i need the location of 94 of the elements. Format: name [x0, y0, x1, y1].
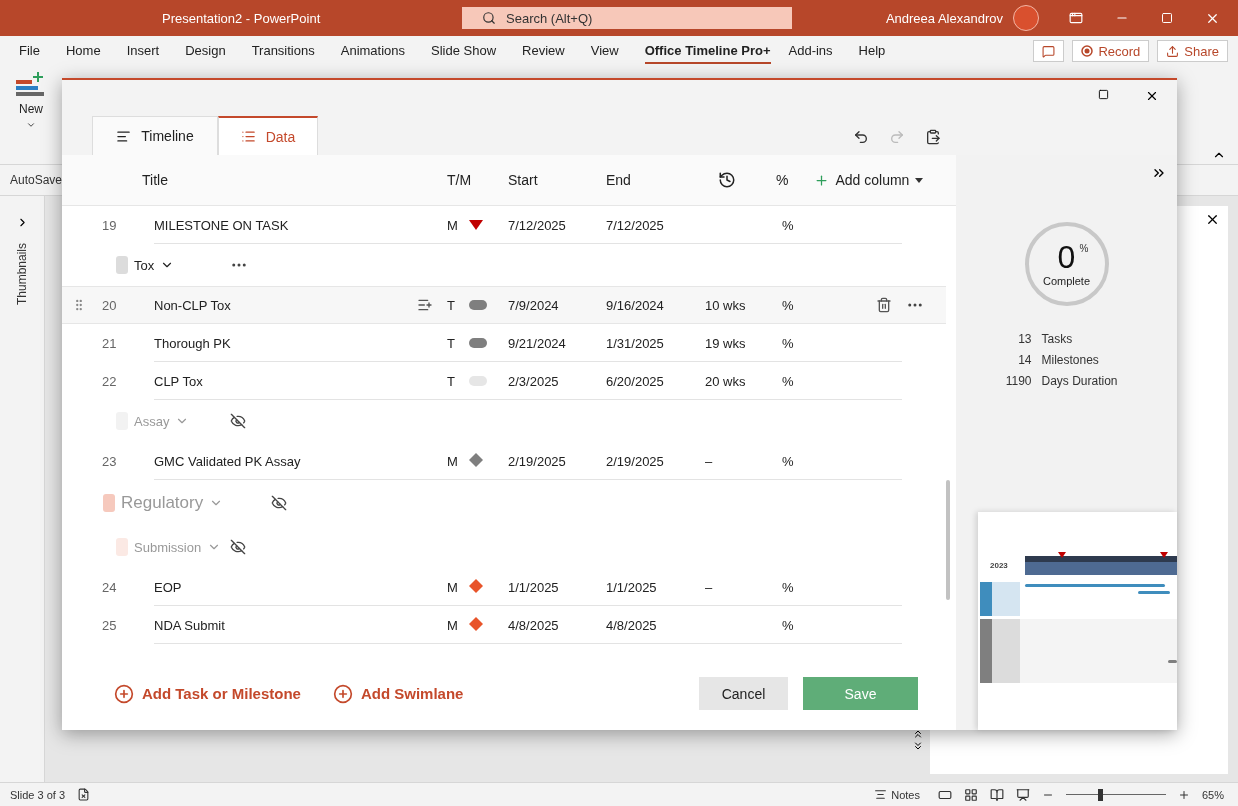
task-title: EOP	[154, 580, 183, 595]
ribbon-tab[interactable]: Design	[185, 38, 226, 64]
autosave-label: AutoSave	[10, 173, 63, 187]
percent-cell-text: %	[782, 218, 795, 233]
group-label[interactable]: Tox	[134, 257, 230, 273]
task-title: GMC Validated PK Assay	[154, 454, 302, 469]
stat-value: 1190	[1004, 374, 1032, 388]
type-label: M	[447, 454, 459, 469]
stat-label: Days Duration	[1041, 374, 1118, 388]
duration: 20 wks	[705, 374, 747, 389]
start-date: 4/8/2025	[508, 618, 560, 633]
add-task-link[interactable]: Add Task or Milestone	[114, 683, 301, 704]
window-title: Presentation2 - PowerPoint	[162, 10, 322, 26]
column-header: End	[606, 172, 632, 188]
end-date: 6/20/2025	[606, 374, 665, 389]
percent-cell-text: %	[782, 374, 795, 389]
progress-value: 0	[1057, 241, 1076, 273]
year-label: 2023	[990, 561, 1008, 570]
task-title: NDA Submit	[154, 618, 226, 633]
type-label: M	[447, 580, 459, 595]
slide-counter: Slide 3 of 3	[10, 788, 66, 801]
new-button[interactable]: New	[16, 72, 46, 130]
stat-label: Milestones	[1041, 353, 1099, 367]
stat-value: 14	[1017, 353, 1032, 367]
thumbnails-label: Thumbnails	[15, 243, 29, 306]
add-column-button[interactable]: % Add column	[776, 172, 946, 188]
column-header: Start	[508, 172, 539, 188]
task-title: CLP Tox	[154, 374, 204, 389]
row-number: 20	[101, 297, 118, 313]
start-date: 7/12/2025	[508, 218, 567, 233]
cancel-button[interactable]: Cancel	[699, 677, 788, 710]
end-date: 7/12/2025	[606, 218, 665, 233]
user-name: Andreea Alexandrov	[885, 10, 1003, 26]
start-date: 2/19/2025	[508, 454, 567, 469]
percent-cell-text: %	[782, 336, 795, 351]
stat-label: Tasks	[1041, 332, 1073, 346]
type-label: M	[447, 618, 459, 633]
row-number: 19	[101, 218, 118, 233]
dialog-tab[interactable]: Timeline	[92, 116, 218, 155]
type-label: M	[447, 218, 459, 233]
ribbon-tab[interactable]: View	[590, 38, 619, 64]
row-number: 24	[101, 580, 118, 595]
task-title: MILESTONE ON TASK	[154, 218, 290, 233]
ribbon-tab[interactable]: File	[19, 38, 40, 64]
progress-label: Complete	[1042, 275, 1091, 287]
end-date: 1/31/2025	[606, 336, 665, 351]
ribbon-tab[interactable]: Insert	[126, 38, 160, 64]
type-label: T	[447, 297, 456, 313]
percent-cell-text: %	[782, 297, 795, 313]
end-date: 4/8/2025	[606, 618, 658, 633]
column-header: %	[776, 172, 789, 188]
start-date: 7/9/2024	[508, 297, 560, 313]
ribbon-tab[interactable]: Transitions	[251, 38, 315, 64]
column-header: Title	[142, 172, 169, 188]
start-date: 1/1/2025	[508, 580, 560, 595]
end-date: 2/19/2025	[606, 454, 665, 469]
ribbon-tab[interactable]: Office Timeline Pro+	[644, 38, 771, 64]
duration: –	[705, 580, 714, 595]
record-button[interactable]: Record	[1072, 40, 1150, 62]
task-title: Thorough PK	[154, 336, 232, 351]
row-number: 22	[101, 374, 118, 389]
zoom-level: 65%	[1201, 788, 1224, 801]
row-number: 25	[101, 618, 118, 633]
start-date: 2/3/2025	[508, 374, 560, 389]
dialog-tab[interactable]: Data	[218, 116, 318, 155]
share-button[interactable]: Share	[1157, 40, 1228, 62]
ribbon-tab[interactable]: Review	[522, 38, 565, 64]
duration: 10 wks	[705, 297, 747, 313]
notes-button[interactable]: Notes	[868, 787, 926, 802]
ribbon-tab[interactable]: Animations	[340, 38, 406, 64]
search-placeholder: Search (Alt+Q)	[506, 10, 593, 26]
stat-value: 13	[1017, 332, 1032, 346]
ribbon-tab[interactable]: Help	[858, 38, 886, 64]
duration: 19 wks	[705, 336, 747, 351]
ribbon-tab[interactable]: Slide Show	[431, 38, 497, 64]
search-field[interactable]: Search (Alt+Q)	[462, 7, 792, 29]
table-row[interactable]: 20 Non-CLP Tox T 7/9/2024 9/16/2024 10 wks %	[62, 286, 946, 324]
percent-cell-text: %	[782, 580, 795, 595]
ribbon-tab[interactable]: Home	[65, 38, 101, 64]
end-date: 9/16/2024	[606, 297, 665, 313]
percent-sign: %	[1079, 243, 1089, 254]
type-label: T	[447, 374, 456, 389]
ribbon-tab[interactable]: Add-ins	[788, 38, 833, 64]
add-swimlane-link[interactable]: Add Swimlane	[332, 683, 464, 704]
task-title: Non-CLP Tox	[154, 297, 232, 313]
type-label: T	[447, 336, 456, 351]
end-date: 1/1/2025	[606, 580, 658, 595]
row-number: 23	[101, 454, 118, 469]
row-number: 21	[101, 336, 118, 351]
percent-cell-text: %	[782, 618, 795, 633]
duration: –	[705, 454, 714, 469]
percent-cell-text: %	[782, 454, 795, 469]
start-date: 9/21/2024	[508, 336, 567, 351]
column-header: T/M	[447, 172, 473, 188]
